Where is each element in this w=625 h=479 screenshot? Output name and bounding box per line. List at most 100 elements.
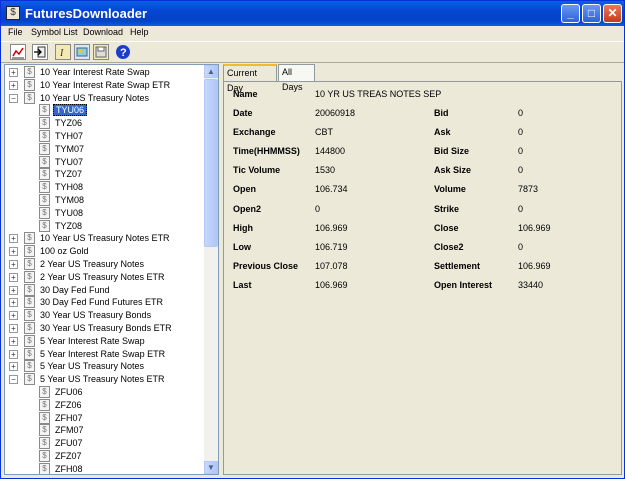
scroll-thumb[interactable]: [204, 79, 218, 247]
field-value: 0: [518, 127, 524, 138]
tree-item-label: 10 Year US Treasury Notes: [40, 92, 150, 103]
field-label: Bid Size: [434, 146, 470, 157]
tab-all-days[interactable]: All Days: [278, 64, 315, 92]
dollar-symbol-icon: $: [39, 117, 50, 130]
field-label: Open2: [233, 203, 262, 214]
expand-icon[interactable]: +: [9, 311, 18, 321]
details-panel: Name 10 YR US TREAS NOTES SEP Date 200609…: [223, 81, 622, 475]
name-label: Name: [233, 89, 258, 99]
maximize-button[interactable]: □: [582, 4, 601, 23]
tree-item-label: TYZ07: [55, 169, 83, 180]
dollar-symbol-icon: $: [39, 142, 50, 155]
expand-icon[interactable]: +: [9, 285, 18, 295]
menu-help[interactable]: Help: [130, 27, 149, 37]
close-button[interactable]: ✕: [603, 4, 622, 23]
dollar-symbol-icon: $: [39, 181, 50, 194]
tab-current-day[interactable]: Current Day: [223, 64, 277, 93]
svg-text:I: I: [59, 48, 64, 59]
app-window: $ FuturesDownloader _ □ ✕ File Symbol Li…: [0, 0, 625, 479]
chart-icon[interactable]: [10, 44, 26, 60]
tree-item-label: 2 Year US Treasury Notes ETR: [40, 271, 165, 282]
menu-file[interactable]: File: [8, 27, 23, 37]
field-label: Close2: [434, 241, 464, 252]
tree-item-label: TYZ06: [55, 118, 83, 129]
expand-icon[interactable]: +: [9, 234, 18, 244]
expand-icon[interactable]: +: [9, 247, 18, 257]
expand-icon[interactable]: +: [9, 298, 18, 308]
dollar-symbol-icon: $: [24, 322, 35, 334]
dollar-symbol-icon: $: [39, 130, 50, 142]
title-bar[interactable]: $ FuturesDownloader _ □ ✕: [1, 1, 624, 26]
help-icon[interactable]: ?: [115, 44, 131, 60]
field-value: 106.734: [315, 184, 348, 195]
field-label: Tic Volume: [233, 165, 281, 176]
tree-item-label: ZFZ06: [55, 399, 82, 410]
expand-icon[interactable]: +: [9, 272, 18, 282]
tree-item-label: 5 Year Interest Rate Swap ETR: [40, 348, 166, 359]
dollar-symbol-icon: $: [24, 309, 35, 322]
field-value: 0: [315, 203, 321, 214]
field-value: 1530: [315, 165, 336, 176]
dollar-symbol-icon: $: [24, 283, 35, 296]
field-label: Time(HHMMSS): [233, 146, 300, 157]
field-value: 0: [518, 241, 524, 252]
tree-item-label: TYU07: [55, 156, 84, 167]
tree-item-label: TYU06: [53, 104, 88, 117]
text-icon[interactable]: I: [55, 44, 71, 60]
field-value: 20060918: [315, 108, 356, 118]
expand-icon[interactable]: +: [9, 324, 18, 333]
name-value: 10 YR US TREAS NOTES SEP: [315, 89, 442, 99]
expand-icon[interactable]: +: [9, 260, 18, 269]
collapse-icon[interactable]: −: [9, 375, 18, 385]
expand-icon[interactable]: +: [9, 349, 18, 359]
tree-item-label: ZFZ07: [55, 451, 82, 461]
scroll-down-icon[interactable]: ▼: [204, 461, 218, 474]
disk-icon[interactable]: [93, 44, 109, 60]
dollar-symbol-icon: $: [24, 347, 35, 360]
expand-icon[interactable]: +: [9, 68, 18, 77]
tree-item-label: 10 Year Interest Rate Swap: [40, 67, 150, 77]
tree-item-label: ZFU06: [55, 387, 83, 397]
expand-icon[interactable]: +: [9, 362, 18, 372]
minimize-button[interactable]: _: [561, 4, 580, 23]
scroll-up-icon[interactable]: ▲: [204, 65, 218, 78]
dollar-symbol-icon: $: [24, 360, 35, 373]
tree-item-label: TYU08: [55, 207, 84, 218]
field-value: 144800: [315, 146, 346, 157]
field-value: 106.719: [315, 241, 348, 252]
dollar-symbol-icon: $: [24, 270, 35, 283]
expand-icon[interactable]: +: [9, 336, 18, 346]
field-value: 7873: [518, 184, 539, 195]
field-value: 106.969: [315, 222, 348, 233]
menu-download[interactable]: Download: [83, 27, 123, 37]
dollar-symbol-icon: $: [24, 373, 35, 386]
field-label: Low: [233, 241, 251, 252]
field-value: 0: [518, 108, 524, 118]
field-label: Last: [233, 279, 252, 290]
dollar-symbol-icon: $: [39, 386, 50, 398]
field-value: 33440: [518, 279, 544, 290]
dollar-symbol-icon: $: [24, 78, 35, 91]
svg-text:?: ?: [120, 47, 127, 59]
tree-item-label: TYM08: [55, 195, 85, 205]
expand-icon[interactable]: +: [9, 80, 18, 90]
tree-item-label: TYH07: [55, 131, 84, 141]
tree-scrollbar[interactable]: ▲ ▼: [204, 65, 218, 474]
symbol-tree[interactable]: + $10 Year Interest Rate Swap + $10 Year In…: [4, 64, 219, 475]
export-icon[interactable]: [32, 44, 48, 60]
field-label: Bid: [434, 108, 449, 118]
dollar-symbol-icon: $: [24, 296, 35, 309]
field-value: 106.969: [518, 260, 551, 271]
tree-item-label: 30 Year US Treasury Bonds: [40, 310, 152, 321]
dollar-symbol-icon: $: [39, 194, 50, 206]
image-icon[interactable]: [74, 44, 90, 60]
field-label: Ask: [434, 127, 451, 138]
collapse-icon[interactable]: −: [9, 93, 18, 103]
tree-item-label: 5 Year Interest Rate Swap: [40, 335, 145, 346]
dollar-symbol-icon: $: [39, 155, 50, 168]
menu-symbol-list[interactable]: Symbol List: [31, 27, 78, 37]
field-value: 106.969: [315, 279, 348, 290]
dollar-symbol-icon: $: [24, 245, 35, 258]
field-value: 106.969: [518, 222, 551, 233]
tree-item-label: ZFH08: [55, 463, 83, 474]
